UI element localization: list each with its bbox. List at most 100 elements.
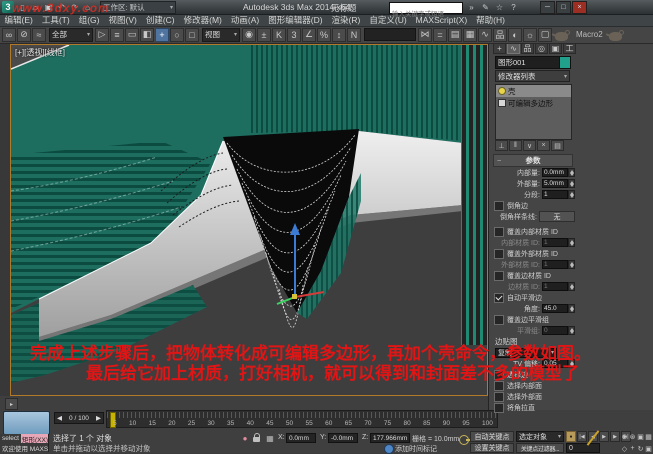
bind-to-space-warp-icon[interactable]: ≈ (32, 28, 46, 42)
x-coord-field[interactable]: 0.0mm (286, 433, 316, 443)
spinner-down-icon[interactable] (570, 173, 574, 176)
spinner-snap-icon[interactable]: ↕ (332, 28, 346, 42)
menu-item-1[interactable]: 工具(T) (37, 14, 74, 26)
configure-modifier-sets-button[interactable]: ▤ (551, 140, 564, 151)
make-unique-button[interactable]: ∨ (523, 140, 536, 151)
stack-row-0[interactable]: 壳 (496, 85, 571, 97)
checkbox[interactable] (494, 201, 504, 211)
pencil-icon[interactable]: ✎ (480, 2, 491, 13)
spinner-arrows[interactable] (568, 179, 575, 188)
show-end-result-button[interactable]: ‖ (509, 140, 522, 151)
menu-item-4[interactable]: 创建(C) (141, 14, 179, 26)
maximize-viewport-icon[interactable]: ▣ (645, 443, 652, 454)
schematic-view-icon[interactable]: 品 (493, 28, 507, 42)
select-and-move-icon[interactable]: + (155, 28, 169, 42)
select-and-manipulate-icon[interactable]: ± (257, 28, 271, 42)
spinner-down-icon[interactable] (570, 309, 574, 312)
named-selection-field[interactable] (364, 28, 416, 41)
macro-teapot-icon[interactable] (609, 32, 622, 41)
close-button[interactable]: × (572, 1, 587, 14)
layer-manager-icon[interactable]: ▤ (448, 28, 462, 42)
selection-filter-dropdown[interactable]: 全部▾ (49, 28, 93, 42)
ribbon-toggle-icon[interactable]: ▦ (463, 28, 477, 42)
zoom-all-icon[interactable]: ⊛ (629, 431, 636, 442)
param-value[interactable]: 45.0 (542, 304, 568, 313)
z-coord-field[interactable]: 177.966mm (370, 433, 410, 443)
spinner-down-icon[interactable] (570, 184, 574, 187)
spinner-arrows[interactable] (568, 326, 575, 335)
param-value[interactable]: 0 (542, 326, 568, 335)
spinner-down-icon[interactable] (570, 243, 574, 246)
time-ruler[interactable]: 5101520253035404550556065707580859095100 (106, 410, 498, 428)
select-and-rotate-icon[interactable]: ○ (170, 28, 184, 42)
reference-coordinate-dropdown[interactable]: 视图▾ (202, 28, 240, 42)
window-crossing-icon[interactable]: ◧ (140, 28, 154, 42)
zoom-extents-icon[interactable]: ▣ (637, 431, 644, 442)
spinner-down-icon[interactable] (570, 287, 574, 290)
zoom-icon[interactable]: ⊕ (621, 431, 628, 442)
workspace-dropdown[interactable]: 工作区: 默认 ▾ (100, 1, 176, 14)
snap-toggle-icon[interactable]: 3 (287, 28, 301, 42)
select-object-icon[interactable]: ▷ (95, 28, 109, 42)
orbit-icon[interactable]: ↻ (637, 443, 644, 454)
menu-item-8[interactable]: 渲染(R) (327, 14, 365, 26)
viewport-label[interactable]: [+][透视][线框] (15, 47, 65, 58)
checkbox[interactable] (494, 271, 504, 281)
isolate-selection-icon[interactable]: ● (240, 433, 250, 443)
param-value[interactable]: 1 (542, 238, 568, 247)
menu-item-3[interactable]: 视图(V) (104, 14, 141, 26)
unlink-selection-icon[interactable]: ⊘ (17, 28, 31, 42)
curve-editor-icon[interactable]: ∿ (478, 28, 492, 42)
menu-item-2[interactable]: 组(G) (74, 14, 104, 26)
checkbox[interactable] (494, 227, 504, 237)
param-value[interactable]: 5.0mm (542, 179, 568, 188)
next-frame-arrow-icon[interactable]: ▶ (96, 414, 101, 422)
maxscript-mini-listener[interactable]: 欢迎使用 MAXScr (0, 443, 49, 452)
checkbox[interactable] (494, 403, 504, 413)
checkbox[interactable] (494, 392, 504, 402)
time-slider[interactable]: ◀ 0 / 100 ▶ (54, 412, 104, 424)
absolute-mode-grid-icon[interactable]: ▦ (265, 433, 275, 443)
search-icon[interactable]: » (466, 2, 477, 13)
next-frame-button[interactable]: ▶ (610, 431, 620, 442)
pan-icon[interactable]: + (629, 443, 636, 454)
menu-item-5[interactable]: 修改器(M) (179, 14, 226, 26)
spinner-arrows[interactable] (568, 190, 575, 199)
spinner-arrows[interactable] (568, 238, 575, 247)
fov-icon[interactable]: ◇ (621, 443, 628, 454)
auto-key-button[interactable]: 自动关键点 (470, 431, 514, 442)
menu-item-7[interactable]: 图形编辑器(D) (264, 14, 327, 26)
param-value[interactable]: 0.0mm (542, 168, 568, 177)
render-production-icon[interactable] (555, 32, 568, 41)
checkbox[interactable] (494, 249, 504, 259)
percent-snap-icon[interactable]: % (317, 28, 331, 42)
object-color-swatch[interactable] (559, 56, 571, 69)
spinner-arrows[interactable] (568, 304, 575, 313)
object-name-field[interactable]: 图形001 (495, 56, 561, 69)
selection-set-dropdown[interactable]: 选定对象 ▾ (516, 431, 564, 442)
parameters-rollout-header[interactable]: − 参数 (493, 154, 573, 167)
help-icon[interactable]: ? (508, 2, 519, 13)
select-by-name-icon[interactable]: ≡ (110, 28, 124, 42)
param-value[interactable]: 1 (542, 190, 568, 199)
search-input[interactable] (390, 10, 462, 20)
named-selection-sets-icon[interactable]: N (347, 28, 361, 42)
spinner-down-icon[interactable] (570, 331, 574, 334)
minimize-button[interactable]: ─ (540, 1, 555, 14)
render-setup-icon[interactable]: ☼ (523, 28, 537, 42)
current-frame-field[interactable]: 0 (566, 443, 600, 453)
angle-snap-icon[interactable]: ∠ (302, 28, 316, 42)
favorites-star-icon[interactable]: ☆ (494, 2, 505, 13)
select-and-link-icon[interactable]: ∞ (2, 28, 16, 42)
set-key-button[interactable]: 设置关键点 (470, 443, 514, 453)
prev-frame-arrow-icon[interactable]: ◀ (57, 414, 62, 422)
menu-item-0[interactable]: 编辑(E) (0, 14, 37, 26)
spinner-down-icon[interactable] (570, 195, 574, 198)
keyboard-override-icon[interactable]: K (272, 28, 286, 42)
spinner-arrows[interactable] (568, 260, 575, 269)
rectangular-selection-region-icon[interactable]: ▭ (125, 28, 139, 42)
select-and-scale-icon[interactable]: □ (185, 28, 199, 42)
spinner-arrows[interactable] (568, 282, 575, 291)
menu-item-6[interactable]: 动画(A) (226, 14, 263, 26)
spinner-arrows[interactable] (568, 168, 575, 177)
